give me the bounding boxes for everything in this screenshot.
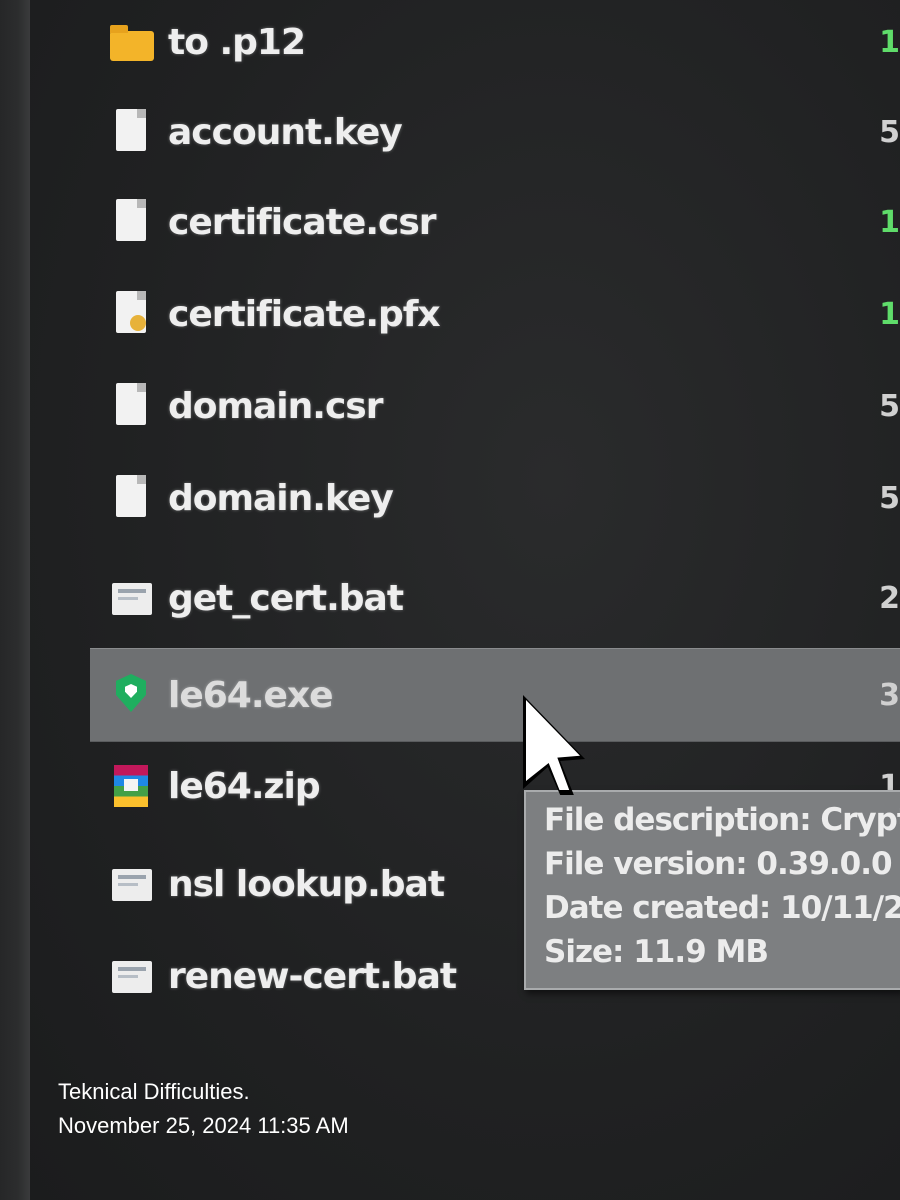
file-size: 1: [879, 296, 900, 332]
tooltip-version: File version: 0.39.0.0: [544, 846, 893, 882]
batch-file-icon: [108, 951, 154, 1001]
file-name: account.key: [168, 111, 403, 153]
file-size: 2: [879, 580, 900, 616]
folder-icon: [108, 17, 154, 67]
watermark-title: Teknical Difficulties.: [58, 1079, 250, 1104]
file-name: le64.zip: [168, 765, 321, 807]
file-row-certificate-pfx[interactable]: certificate.pfx 1: [90, 272, 900, 356]
file-row-account-key[interactable]: account.key 5: [90, 90, 900, 174]
shield-app-icon: [108, 670, 154, 720]
file-row-le64-exe[interactable]: le64.exe 3: [90, 648, 900, 742]
file-row-domain-csr[interactable]: domain.csr 5: [90, 364, 900, 448]
file-size: 5: [879, 480, 900, 516]
file-row-get-cert-bat[interactable]: get_cert.bat 2: [90, 556, 900, 640]
tooltip-size: Size: 11.9 MB: [544, 934, 769, 970]
file-size: 5: [879, 388, 900, 424]
certificate-icon: [108, 289, 154, 339]
document-icon: [108, 107, 154, 157]
tooltip-date-created: Date created: 10/11/202: [544, 890, 900, 926]
file-name: certificate.csr: [168, 201, 437, 243]
file-row-certificate-csr[interactable]: certificate.csr 1: [90, 180, 900, 264]
batch-file-icon: [108, 573, 154, 623]
file-size: 3: [879, 677, 900, 713]
file-name: to .p12: [168, 21, 306, 63]
watermark-timestamp: November 25, 2024 11:35 AM: [58, 1113, 349, 1138]
file-name: le64.exe: [168, 674, 334, 716]
file-size: 1: [879, 24, 900, 60]
file-row-to-p12[interactable]: to .p12 1: [90, 0, 900, 84]
file-row-domain-key[interactable]: domain.key 5: [90, 456, 900, 540]
file-name: certificate.pfx: [168, 293, 441, 335]
winrar-archive-icon: [108, 761, 154, 811]
file-name: get_cert.bat: [168, 577, 404, 619]
file-name: nsl lookup.bat: [168, 863, 445, 905]
file-name: renew-cert.bat: [168, 955, 457, 997]
photo-watermark: Teknical Difficulties. November 25, 2024…: [58, 1075, 349, 1143]
file-size: 5: [879, 114, 900, 150]
file-name: domain.csr: [168, 385, 383, 427]
file-name: domain.key: [168, 477, 394, 519]
file-size: 1: [879, 204, 900, 240]
document-icon: [108, 197, 154, 247]
file-info-tooltip: File description: Crypt-L File version: …: [524, 790, 900, 990]
batch-file-icon: [108, 859, 154, 909]
file-list: to .p12 1 account.key 5 certificate.csr …: [0, 0, 900, 1200]
tooltip-description: File description: Crypt-L: [544, 802, 900, 838]
document-icon: [108, 473, 154, 523]
document-icon: [108, 381, 154, 431]
